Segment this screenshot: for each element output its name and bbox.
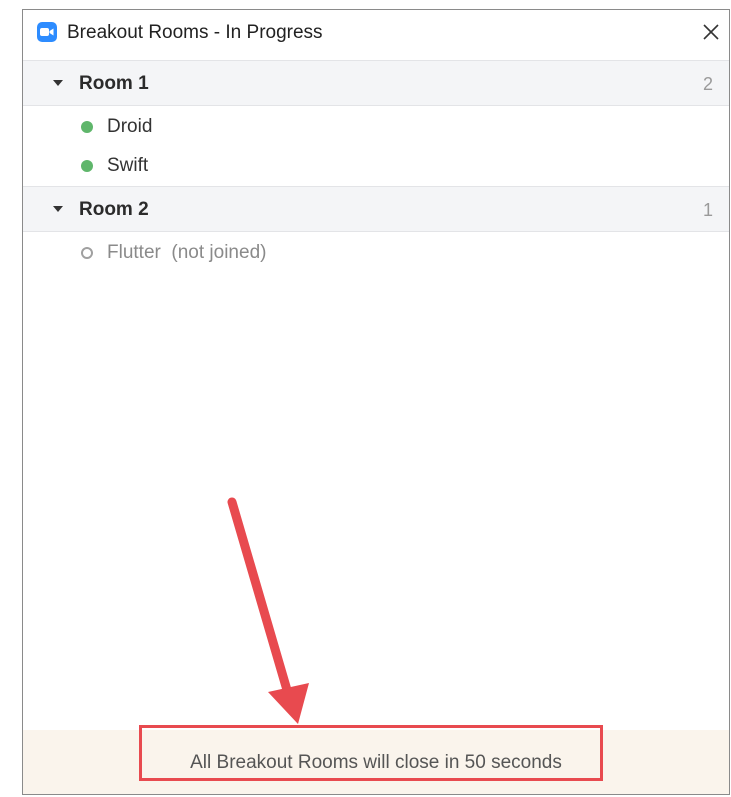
room-name: Room 1: [79, 73, 149, 94]
participant-item: Flutter (not joined): [23, 234, 729, 272]
close-button[interactable]: [699, 20, 723, 44]
room-header-room-2[interactable]: Room 2 1: [23, 186, 729, 232]
annotation-highlight-box: [139, 725, 603, 781]
participant-name: Flutter (not joined): [107, 242, 267, 263]
not-joined-status-dot: [81, 247, 93, 259]
room-header-room-1[interactable]: Room 1 2: [23, 60, 729, 106]
room-name: Room 2: [79, 199, 149, 220]
participant-name: Droid: [107, 116, 153, 137]
room-participant-count: 1: [702, 200, 713, 220]
room-participant-count: 2: [702, 74, 713, 94]
participant-item: Swift: [23, 147, 729, 185]
participant-item: Droid: [23, 108, 729, 146]
caret-down-icon: [53, 80, 63, 86]
caret-down-icon: [53, 206, 63, 212]
participant-name: Swift: [107, 155, 149, 176]
zoom-camera-icon: [37, 22, 57, 42]
breakout-rooms-window: Breakout Rooms - In Progress Room 1 2 Dr…: [22, 9, 730, 795]
joined-status-dot: [81, 121, 93, 133]
close-icon: [703, 24, 719, 40]
title-bar: Breakout Rooms - In Progress: [23, 10, 729, 56]
joined-status-dot: [81, 160, 93, 172]
window-title: Breakout Rooms - In Progress: [67, 22, 323, 43]
